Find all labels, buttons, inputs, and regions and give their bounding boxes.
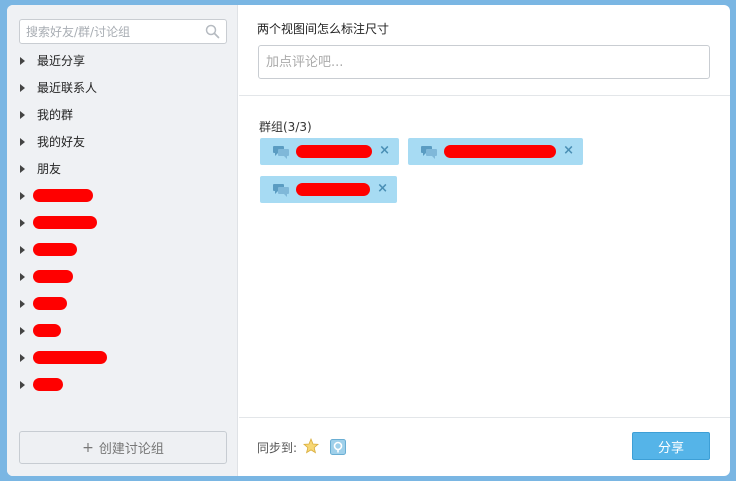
- star-icon[interactable]: [303, 438, 319, 454]
- triangle-right-icon: [20, 218, 25, 227]
- triangle-right-icon: [20, 83, 25, 92]
- plus-icon: +: [82, 439, 94, 456]
- weibo-icon[interactable]: [330, 439, 346, 455]
- triangle-right-icon: [20, 299, 25, 308]
- redaction-mark: [33, 378, 63, 391]
- contact-tree: 最近分享 最近联系人 我的群 我的好友 朋友: [7, 47, 237, 398]
- triangle-right-icon: [20, 56, 25, 65]
- triangle-right-icon: [20, 326, 25, 335]
- create-discussion-group-button[interactable]: + 创建讨论组: [19, 431, 227, 464]
- tree-item-redacted[interactable]: [7, 263, 237, 290]
- contacts-sidebar: 最近分享 最近联系人 我的群 我的好友 朋友: [7, 5, 238, 476]
- create-button-label: 创建讨论组: [98, 442, 164, 457]
- tree-item-redacted[interactable]: [7, 344, 237, 371]
- close-icon[interactable]: ×: [377, 181, 388, 196]
- triangle-right-icon: [20, 380, 25, 389]
- close-icon[interactable]: ×: [563, 143, 574, 158]
- redaction-mark: [33, 324, 61, 337]
- comment-input[interactable]: [259, 46, 709, 78]
- triangle-right-icon: [20, 245, 25, 254]
- share-panel: 两个视图间怎么标注尺寸 群组(3/3) × ×: [239, 5, 730, 476]
- triangle-right-icon: [20, 191, 25, 200]
- redaction-mark: [296, 183, 370, 196]
- tree-item-redacted[interactable]: [7, 290, 237, 317]
- chat-bubble-icon: [273, 146, 289, 159]
- share-title: 两个视图间怎么标注尺寸: [257, 22, 390, 36]
- chat-bubble-icon: [421, 146, 437, 159]
- tree-item-label: 最近分享: [37, 54, 86, 68]
- comment-box[interactable]: [258, 45, 710, 79]
- triangle-right-icon: [20, 272, 25, 281]
- search-box[interactable]: [19, 19, 227, 44]
- divider: [239, 417, 730, 418]
- tree-item-recent-contacts[interactable]: 最近联系人: [7, 74, 237, 101]
- tree-item-my-groups[interactable]: 我的群: [7, 101, 237, 128]
- search-icon[interactable]: [205, 24, 220, 39]
- tree-item-friends[interactable]: 朋友: [7, 155, 237, 182]
- selected-group-chip: ×: [260, 176, 397, 203]
- tree-item-redacted[interactable]: [7, 209, 237, 236]
- redaction-mark: [33, 189, 93, 202]
- tree-item-redacted[interactable]: [7, 317, 237, 344]
- selected-group-chip: ×: [260, 138, 399, 165]
- tree-item-redacted[interactable]: [7, 371, 237, 398]
- redaction-mark: [33, 297, 67, 310]
- tree-item-recent-share[interactable]: 最近分享: [7, 47, 237, 74]
- share-button[interactable]: 分享: [632, 432, 710, 460]
- selected-groups-label: 群组(3/3): [259, 120, 312, 134]
- close-icon[interactable]: ×: [379, 143, 390, 158]
- triangle-right-icon: [20, 137, 25, 146]
- redaction-mark: [296, 145, 372, 158]
- selected-group-chip: ×: [408, 138, 583, 165]
- triangle-right-icon: [20, 164, 25, 173]
- search-input[interactable]: [20, 20, 200, 43]
- redaction-mark: [444, 145, 556, 158]
- redaction-mark: [33, 216, 97, 229]
- triangle-right-icon: [20, 110, 25, 119]
- tree-item-redacted[interactable]: [7, 182, 237, 209]
- chat-bubble-icon: [273, 184, 289, 197]
- tree-item-label: 我的群: [37, 108, 74, 122]
- tree-item-label: 朋友: [37, 162, 62, 176]
- sync-to-label: 同步到:: [257, 441, 298, 455]
- tree-item-label: 我的好友: [37, 135, 86, 149]
- tree-item-label: 最近联系人: [37, 81, 98, 95]
- triangle-right-icon: [20, 353, 25, 362]
- redaction-mark: [33, 243, 77, 256]
- redaction-mark: [33, 351, 107, 364]
- tree-item-my-friends[interactable]: 我的好友: [7, 128, 237, 155]
- divider: [239, 95, 730, 96]
- share-dialog: 最近分享 最近联系人 我的群 我的好友 朋友: [7, 5, 730, 476]
- tree-item-redacted[interactable]: [7, 236, 237, 263]
- redaction-mark: [33, 270, 73, 283]
